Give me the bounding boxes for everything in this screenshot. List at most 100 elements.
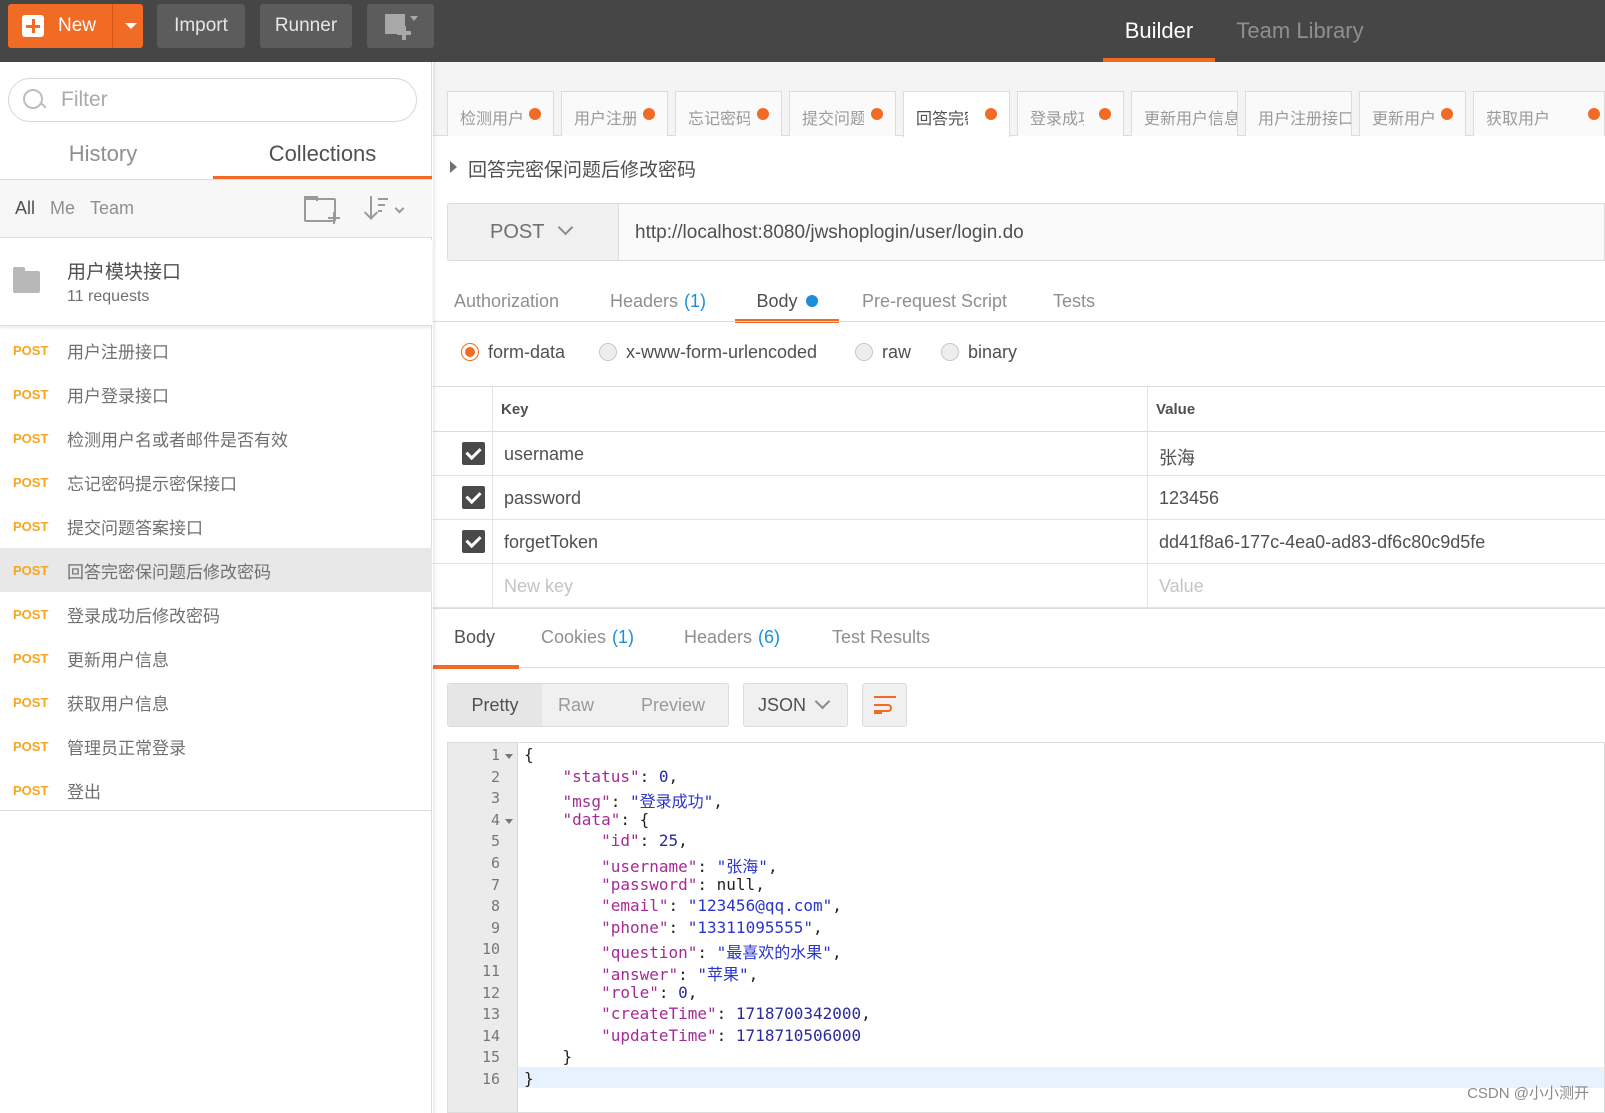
- key-cell[interactable]: password: [504, 488, 581, 509]
- runner-button[interactable]: Runner: [260, 4, 352, 48]
- tab-collections[interactable]: Collections: [213, 128, 432, 180]
- request-item[interactable]: POST 登录成功后修改密码: [0, 592, 432, 636]
- response-tab-test-results[interactable]: Test Results: [832, 627, 930, 648]
- value-cell[interactable]: dd41f8a6-177c-4ea0-ad83-df6c80c9d5fe: [1159, 532, 1485, 553]
- code-line: {: [524, 745, 534, 764]
- value-cell[interactable]: 123456: [1159, 488, 1219, 509]
- request-name: 提交问题答案接口: [67, 518, 203, 539]
- view-pretty-button[interactable]: Pretty: [448, 684, 542, 726]
- request-item[interactable]: POST 提交问题答案接口: [0, 504, 432, 548]
- line-number: 15: [481, 1048, 500, 1067]
- format-select[interactable]: JSON: [743, 683, 848, 727]
- tab-team-library[interactable]: Team Library: [1225, 0, 1375, 62]
- checkbox-checked-icon[interactable]: [462, 530, 485, 553]
- request-tab[interactable]: 更新用户信息: [1131, 91, 1238, 136]
- radio-checked-icon: [461, 343, 479, 361]
- request-item[interactable]: POST 用户登录接口: [0, 372, 432, 416]
- code-line: }: [562, 1047, 573, 1067]
- tab-headers[interactable]: Headers (1): [610, 280, 706, 322]
- filter-me[interactable]: Me: [50, 198, 75, 219]
- line-number: 12: [481, 983, 500, 1002]
- line-number: 7: [490, 875, 500, 894]
- request-title[interactable]: 回答完密保问题后修改密码: [468, 155, 696, 182]
- request-tab-label: 更新用户信息: [1144, 109, 1238, 128]
- request-tab-active[interactable]: 回答完密: [903, 91, 1010, 137]
- checkbox-checked-icon[interactable]: [462, 442, 485, 465]
- expand-caret-icon[interactable]: [450, 161, 457, 173]
- response-tab-cookies[interactable]: Cookies (1): [541, 627, 634, 648]
- response-tabs: Body Cookies (1) Headers (6) Test Results: [433, 608, 1605, 669]
- request-tab[interactable]: 检测用户: [447, 91, 554, 136]
- fold-arrow-icon[interactable]: [505, 754, 513, 759]
- url-input[interactable]: [635, 220, 1535, 246]
- tab-history[interactable]: History: [0, 128, 206, 180]
- collection-header[interactable]: 用户模块接口 11 requests: [0, 240, 432, 326]
- request-item-active[interactable]: POST 回答完密保问题后修改密码: [0, 548, 432, 592]
- request-item[interactable]: POST 管理员正常登录: [0, 724, 432, 768]
- tab-label: Headers: [610, 290, 679, 311]
- filter-team[interactable]: Team: [90, 198, 134, 219]
- import-button[interactable]: Import: [157, 4, 245, 48]
- divider: [433, 321, 1605, 322]
- method-badge: POST: [13, 562, 49, 578]
- request-tab-label: 用户注册: [574, 109, 636, 128]
- filter-all[interactable]: All: [15, 198, 35, 219]
- request-tab[interactable]: 更新用户: [1359, 91, 1466, 136]
- new-button[interactable]: New: [8, 4, 143, 48]
- view-raw-button[interactable]: Raw: [558, 684, 594, 726]
- request-builder: 检测用户 用户注册 忘记密码 提交问题 回答完密 登录成功 更新用户信息 用户注…: [433, 62, 1605, 1113]
- request-name: 更新用户信息: [67, 650, 169, 671]
- radio-binary[interactable]: binary: [941, 340, 1017, 364]
- radio-urlencoded[interactable]: x-www-form-urlencoded: [599, 340, 817, 364]
- new-window-button[interactable]: [367, 4, 434, 48]
- tab-body[interactable]: Body: [735, 280, 839, 323]
- code-line: "role": 0,: [601, 982, 698, 1002]
- request-tab[interactable]: 用户注册接口: [1245, 91, 1352, 136]
- sort-icon[interactable]: [363, 196, 406, 222]
- filter-box: [8, 78, 417, 122]
- folder-icon: [13, 267, 40, 293]
- request-tab-label: 登录成功: [1030, 109, 1084, 128]
- wrap-lines-button[interactable]: [862, 683, 907, 727]
- key-column-header: Key: [501, 401, 529, 418]
- key-cell[interactable]: forgetToken: [504, 532, 598, 553]
- request-item[interactable]: POST 登出: [0, 768, 432, 812]
- tab-tests[interactable]: Tests: [1053, 280, 1095, 322]
- method-select[interactable]: POST: [447, 203, 619, 261]
- response-body-editor[interactable]: 1 2 3 4 5 6 7 8 9 10 11 12 13 14 15 16 { "status": 0, "…: [447, 742, 1605, 1113]
- line-number: 1: [490, 746, 500, 764]
- request-name: 用户登录接口: [67, 386, 169, 407]
- radio-form-data[interactable]: form-data: [461, 340, 565, 364]
- view-preview-button[interactable]: Preview: [641, 684, 705, 726]
- collection-count: 11 requests: [67, 288, 150, 305]
- fold-arrow-icon[interactable]: [505, 818, 513, 824]
- request-item[interactable]: POST 更新用户信息: [0, 636, 432, 680]
- radio-raw[interactable]: raw: [855, 340, 911, 364]
- tab-prerequest-script[interactable]: Pre-request Script: [862, 280, 1007, 322]
- response-tab-body[interactable]: Body: [454, 627, 495, 648]
- new-button-divider: [112, 4, 113, 48]
- tab-authorization[interactable]: Authorization: [454, 280, 559, 322]
- request-tab[interactable]: 用户注册: [561, 91, 668, 136]
- new-key-input[interactable]: New key: [504, 576, 573, 597]
- new-collection-icon[interactable]: [304, 196, 340, 224]
- request-tab[interactable]: 忘记密码: [675, 91, 782, 136]
- key-cell[interactable]: username: [504, 444, 584, 465]
- value-cell[interactable]: 张海: [1159, 444, 1195, 470]
- request-item[interactable]: POST 忘记密码提示密保接口: [0, 460, 432, 504]
- filter-input[interactable]: [61, 87, 401, 113]
- checkbox-checked-icon[interactable]: [462, 486, 485, 509]
- request-item[interactable]: POST 检测用户名或者邮件是否有效: [0, 416, 432, 460]
- request-tab[interactable]: 提交问题: [789, 91, 896, 136]
- wrap-icon: [874, 696, 896, 698]
- caret-down-icon[interactable]: [125, 23, 137, 29]
- request-item[interactable]: POST 获取用户信息: [0, 680, 432, 724]
- new-value-input[interactable]: Value: [1159, 576, 1204, 597]
- request-name: 用户注册接口: [67, 342, 169, 363]
- response-tab-headers[interactable]: Headers (6): [684, 627, 780, 648]
- request-tab[interactable]: 登录成功: [1017, 91, 1124, 136]
- radio-label: x-www-form-urlencoded: [626, 341, 818, 362]
- tab-builder[interactable]: Builder: [1103, 0, 1215, 62]
- request-tab[interactable]: 获取用户: [1473, 91, 1605, 136]
- request-item[interactable]: POST 用户注册接口: [0, 328, 432, 372]
